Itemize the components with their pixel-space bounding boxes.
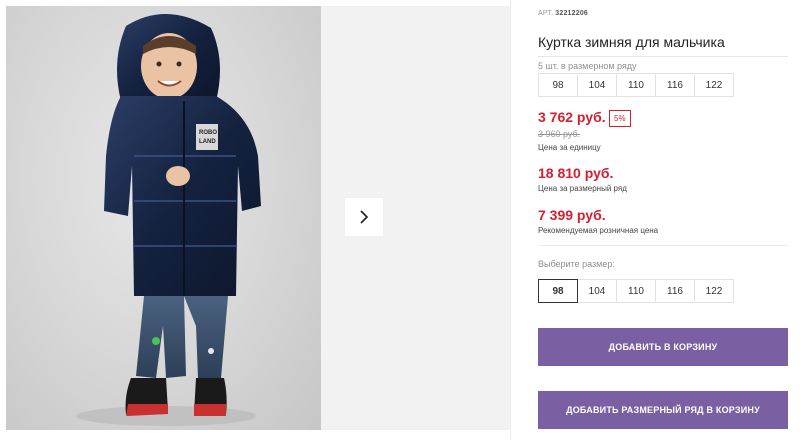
svg-text:LAND: LAND xyxy=(199,139,216,145)
size-selector: 98 104 110 116 122 xyxy=(538,279,734,303)
size-option-116[interactable]: 116 xyxy=(655,279,695,303)
article-code: АРТ. 32212206 xyxy=(538,10,588,17)
chevron-right-icon xyxy=(360,210,369,224)
add-to-cart-button[interactable]: ДОБАВИТЬ В КОРЗИНУ xyxy=(538,328,788,366)
set-size-98: 98 xyxy=(538,73,578,97)
set-price: 18 810 руб. xyxy=(538,165,614,181)
product-photo: ROBO LAND xyxy=(6,6,321,430)
article-label: АРТ. xyxy=(538,10,554,17)
set-size-110: 110 xyxy=(616,73,656,97)
price-divider xyxy=(538,245,788,246)
product-gallery: ROBO LAND xyxy=(0,0,510,440)
size-option-104[interactable]: 104 xyxy=(577,279,617,303)
product-title: Куртка зимняя для мальчика xyxy=(538,34,725,50)
old-price: 3 960 руб. xyxy=(538,129,581,139)
size-option-98[interactable]: 98 xyxy=(538,279,578,303)
retail-price-caption: Рекомендуемая розничная цена xyxy=(538,226,659,235)
set-size-104: 104 xyxy=(577,73,617,97)
size-option-110[interactable]: 110 xyxy=(616,279,656,303)
set-size-122: 122 xyxy=(694,73,734,97)
article-number: 32212206 xyxy=(555,10,589,17)
title-divider xyxy=(538,56,788,57)
unit-price-caption: Цена за единицу xyxy=(538,143,601,152)
svg-text:ROBO: ROBO xyxy=(199,130,217,136)
set-price-caption: Цена за размерный ряд xyxy=(538,184,627,193)
gallery-next-button[interactable] xyxy=(345,198,383,236)
retail-price: 7 399 руб. xyxy=(538,207,606,223)
add-set-to-cart-button[interactable]: ДОБАВИТЬ РАЗМЕРНЫЙ РЯД В КОРЗИНУ xyxy=(538,391,788,429)
panel-divider xyxy=(510,0,511,440)
set-label: 5 шт. в размерном ряду xyxy=(538,61,637,71)
boy-in-jacket-image: ROBO LAND xyxy=(76,13,261,426)
set-sizes-row: 98 104 110 116 122 xyxy=(538,73,734,97)
size-option-122[interactable]: 122 xyxy=(694,279,734,303)
set-size-116: 116 xyxy=(655,73,695,97)
discount-badge: 5% xyxy=(609,110,631,127)
choose-size-label: Выберите размер: xyxy=(538,259,615,269)
unit-price: 3 762 руб. xyxy=(538,109,606,125)
